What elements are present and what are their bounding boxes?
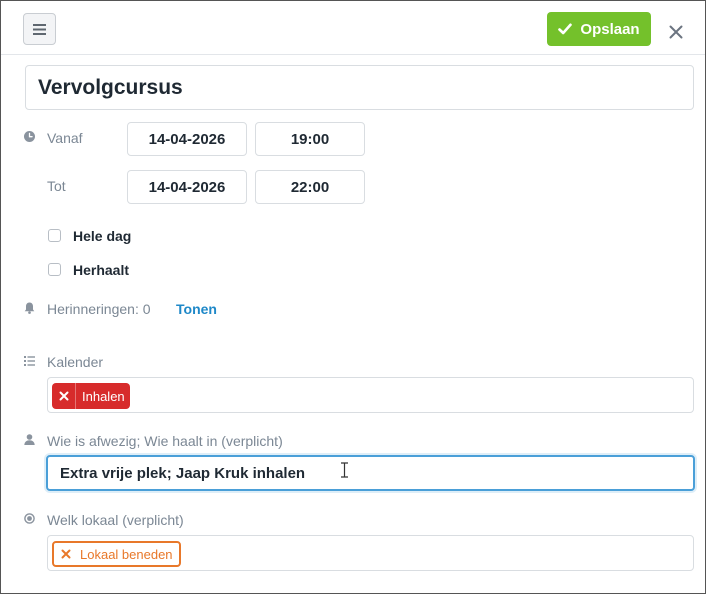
repeats-label: Herhaalt <box>73 262 130 278</box>
calendar-tag-text: Inhalen <box>82 388 125 404</box>
save-button[interactable]: Opslaan <box>547 12 651 46</box>
close-icon <box>669 25 683 39</box>
remove-room-tag-button[interactable] <box>54 543 78 565</box>
room-label: Welk lokaal (verplicht) <box>47 512 184 528</box>
editor-header: Opslaan <box>1 1 705 55</box>
all-day-label: Hele dag <box>73 228 132 244</box>
from-time-field[interactable]: 19:00 <box>255 122 365 156</box>
absence-input[interactable] <box>46 455 695 491</box>
all-day-checkbox[interactable] <box>48 229 61 242</box>
bell-icon <box>24 302 35 314</box>
show-reminders-link[interactable]: Tonen <box>176 301 217 317</box>
absence-label: Wie is afwezig; Wie haalt in (verplicht) <box>47 433 283 449</box>
from-date-field[interactable]: 14-04-2026 <box>127 122 247 156</box>
clock-icon <box>24 131 35 142</box>
close-icon <box>61 549 71 559</box>
to-label: Tot <box>47 178 66 194</box>
calendar-select[interactable]: Inhalen <box>47 377 694 413</box>
room-tag: Lokaal beneden <box>52 541 181 567</box>
event-title-input[interactable] <box>25 65 694 110</box>
menu-button[interactable] <box>23 13 56 45</box>
reminders-label: Herinneringen: 0 <box>47 301 151 317</box>
check-icon <box>558 23 573 35</box>
hamburger-icon <box>33 23 46 35</box>
save-button-label: Opslaan <box>580 20 640 38</box>
repeats-checkbox[interactable] <box>48 263 61 276</box>
close-icon <box>59 391 68 401</box>
to-time-field[interactable]: 22:00 <box>255 170 365 204</box>
close-button[interactable] <box>665 21 687 43</box>
calendar-label: Kalender <box>47 354 104 370</box>
remove-calendar-tag-button[interactable] <box>52 383 76 409</box>
event-editor-panel: Opslaan Vanaf 14-04-2026 19:00 Tot 14-04… <box>0 0 706 594</box>
to-date-field[interactable]: 14-04-2026 <box>127 170 247 204</box>
room-tag-text: Lokaal beneden <box>80 546 173 562</box>
list-icon <box>24 356 35 366</box>
room-select[interactable]: Lokaal beneden <box>47 535 694 571</box>
user-icon <box>24 434 35 445</box>
from-label: Vanaf <box>47 130 83 146</box>
calendar-tag: Inhalen <box>52 383 130 409</box>
radio-icon <box>24 513 35 524</box>
